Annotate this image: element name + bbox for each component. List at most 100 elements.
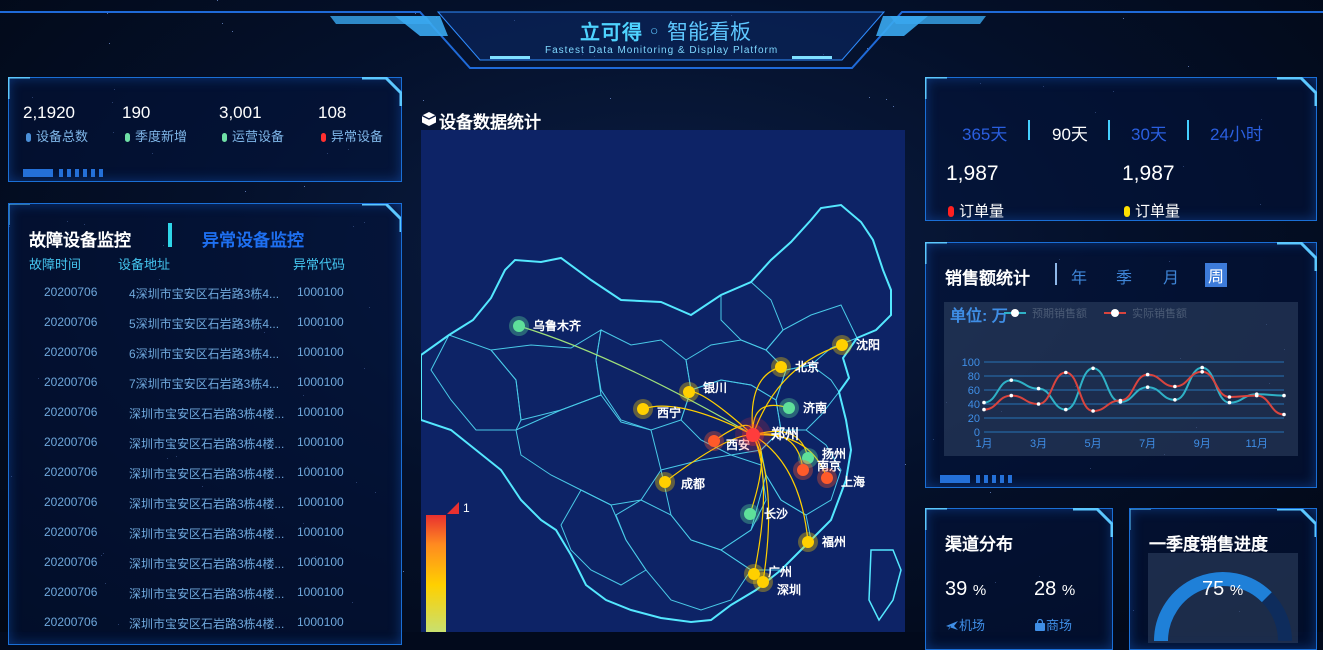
- city-dot: [783, 402, 795, 414]
- channel-percent: 28 %: [1034, 578, 1075, 601]
- data-point[interactable]: [1145, 385, 1150, 389]
- tab-week[interactable]: 周: [1205, 263, 1228, 287]
- table-row[interactable]: 20200706 6深圳市宝安区石岩路3栋4... 1000100: [9, 337, 401, 367]
- percent-unit: %: [972, 582, 987, 599]
- hub-label: 郑州: [771, 426, 799, 442]
- legend-marker: [1111, 309, 1119, 317]
- table-row[interactable]: 20200706 7深圳市宝安区石岩路3栋4... 1000100: [9, 367, 401, 397]
- data-point[interactable]: [1200, 370, 1204, 374]
- city-marker[interactable]: 济南: [779, 398, 827, 418]
- header-bar: 立可得 ◦ 智能看板 Fastest Data Monitoring & Dis…: [0, 0, 1323, 75]
- city-marker[interactable]: 长沙: [740, 504, 788, 524]
- column-header: 故障时间: [29, 257, 82, 272]
- city-dot: [775, 361, 787, 373]
- title-divider: [1055, 263, 1057, 285]
- period-divider: [1187, 120, 1189, 140]
- page-title: ◦ 智能看板: [648, 20, 752, 44]
- data-point[interactable]: [1009, 393, 1014, 398]
- table-row[interactable]: 20200706 深圳市宝安区石岩路3栋4楼... 1000100: [9, 517, 401, 547]
- star: [610, 98, 611, 99]
- error-code: 1000100: [297, 345, 344, 359]
- period-24h[interactable]: 24小时: [1210, 120, 1263, 145]
- city-dot: [744, 508, 756, 520]
- data-point[interactable]: [1227, 395, 1232, 399]
- city-dot: [683, 386, 695, 398]
- percent-value: 75: [1202, 578, 1225, 600]
- data-point[interactable]: [1064, 370, 1068, 375]
- data-point[interactable]: [1227, 400, 1232, 405]
- data-point[interactable]: [1145, 372, 1150, 377]
- tab-month[interactable]: 月: [1163, 264, 1179, 288]
- taiwan-outline: [868, 549, 902, 622]
- star: [403, 571, 404, 572]
- data-point[interactable]: [1173, 384, 1177, 389]
- city-marker[interactable]: 福州: [798, 532, 846, 552]
- logo: 立可得: [580, 20, 643, 44]
- data-point[interactable]: [1009, 378, 1014, 382]
- data-point[interactable]: [1091, 366, 1095, 371]
- table-row[interactable]: 20200706 深圳市宝安区石岩路3栋4楼... 1000100: [9, 547, 401, 577]
- city-marker[interactable]: 成都: [655, 472, 705, 492]
- data-point[interactable]: [1282, 393, 1286, 398]
- data-point[interactable]: [1064, 407, 1068, 412]
- city-marker[interactable]: 乌鲁木齐: [509, 316, 582, 336]
- data-point[interactable]: [982, 400, 986, 405]
- chart-legend: 预期销售额 实际销售额: [1004, 306, 1187, 320]
- data-point[interactable]: [982, 407, 986, 412]
- panel-stripes: [23, 169, 103, 177]
- tab-quarter[interactable]: 季: [1116, 264, 1132, 288]
- order-label-text: 订单量: [959, 203, 1005, 220]
- table-row[interactable]: 20200706 深圳市宝安区石岩路3栋4楼... 1000100: [9, 577, 401, 607]
- data-point[interactable]: [1282, 412, 1286, 417]
- order-count: 1,987: [1122, 162, 1175, 185]
- data-point[interactable]: [1036, 386, 1041, 391]
- city-dot: [802, 536, 814, 548]
- order-label: 订单量: [1124, 200, 1180, 221]
- city-marker[interactable]: 北京: [771, 357, 819, 377]
- city-marker[interactable]: 沈阳: [832, 335, 880, 355]
- device-address: 深圳市宝安区石岩路3栋4楼...: [129, 527, 284, 541]
- data-point[interactable]: [1200, 365, 1204, 370]
- city-marker[interactable]: 银川: [679, 380, 727, 402]
- status-dot: [1124, 206, 1130, 217]
- china-device-map[interactable]: 乌鲁木齐 银川 西宁 西安 北京 沈阳 济南 扬州 南京 上海 成都 长沙 福州 广州 深圳 郑州 1: [420, 130, 905, 632]
- star: [245, 191, 246, 192]
- tab-divider: [168, 223, 172, 247]
- data-point[interactable]: [1254, 393, 1259, 398]
- data-point[interactable]: [1173, 398, 1177, 402]
- city-label: 福州: [821, 534, 846, 549]
- tab-abnormal-monitor[interactable]: 异常设备监控: [202, 226, 304, 251]
- data-point[interactable]: [1118, 398, 1123, 403]
- panel-corner: [925, 508, 947, 530]
- fault-time: 20200706: [44, 585, 98, 599]
- table-row[interactable]: 20200706 深圳市宝安区石岩路3栋4楼... 1000100: [9, 457, 401, 487]
- legend-handle[interactable]: [447, 502, 459, 514]
- table-row[interactable]: 20200706 深圳市宝安区石岩路3栋4楼... 1000100: [9, 487, 401, 517]
- city-markers: 乌鲁木齐银川西宁西安北京沈阳济南扬州南京上海成都长沙福州广州深圳: [509, 316, 880, 597]
- city-label: 西宁: [657, 405, 681, 420]
- tab-year[interactable]: 年: [1071, 264, 1087, 288]
- period-90d[interactable]: 90天: [1052, 120, 1088, 145]
- fault-time: 20200706: [44, 345, 98, 359]
- table-row[interactable]: 20200706 4深圳市宝安区石岩路3栋4... 1000100: [9, 277, 401, 307]
- star: [869, 97, 870, 98]
- device-address: 4深圳市宝安区石岩路3栋4...: [129, 287, 280, 301]
- table-row[interactable]: 20200706 深圳市宝安区石岩路3栋4楼... 1000100: [9, 397, 401, 427]
- star: [304, 186, 305, 187]
- period-365d[interactable]: 365天: [962, 120, 1007, 145]
- table-row[interactable]: 20200706 深圳市宝安区石岩路3栋4楼... 1000100: [9, 607, 401, 637]
- period-30d[interactable]: 30天: [1131, 120, 1167, 145]
- tab-fault-monitor[interactable]: 故障设备监控: [29, 226, 131, 251]
- data-point[interactable]: [1036, 402, 1041, 406]
- orders-panel: 365天 90天 30天 24小时 1,987 订单量 1,987 订单量: [925, 77, 1317, 221]
- table-row[interactable]: 20200706 5深圳市宝安区石岩路3栋4... 1000100: [9, 307, 401, 337]
- table-row[interactable]: 20200706 深圳市宝安区石岩路3栋4楼... 1000100: [9, 427, 401, 457]
- chart-grid: 0204060801001月 3月 5月 7月 9月 11月: [962, 357, 1284, 450]
- fault-time: 20200706: [44, 465, 98, 479]
- data-point[interactable]: [1091, 409, 1095, 413]
- city-marker[interactable]: 西宁: [633, 399, 681, 420]
- error-code: 1000100: [297, 315, 344, 329]
- stat-value: 108: [318, 103, 347, 122]
- x-tick-label: 7月: [1139, 438, 1156, 450]
- city-label: 深圳: [777, 582, 801, 597]
